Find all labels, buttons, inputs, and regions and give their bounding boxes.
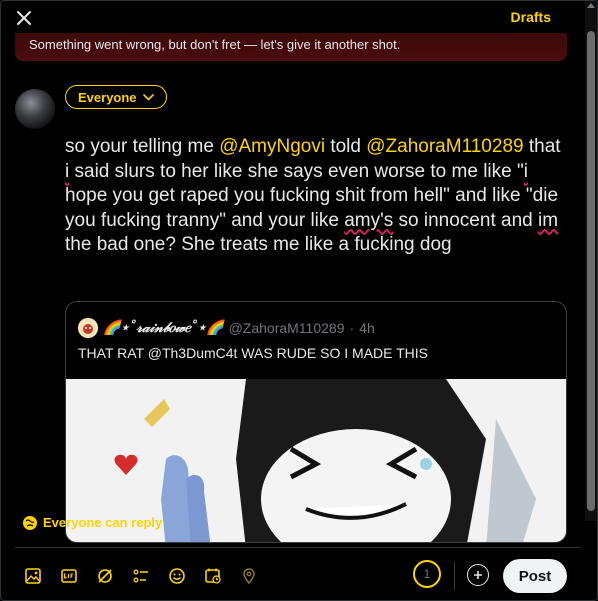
audience-selector[interactable]: Everyone — [65, 85, 167, 109]
post-button[interactable]: Post — [503, 559, 567, 593]
avatar[interactable] — [15, 89, 55, 129]
quoted-post[interactable]: 🌈⋆˚𝓇𝒶𝒾𝓃𝒷𝑜𝓌𝑒˚⋆🌈 @ZahoraM110289 · 4h THAT … — [65, 301, 567, 543]
scroll-thumb[interactable] — [587, 31, 595, 511]
scrollbar[interactable] — [585, 1, 597, 521]
misspelled-word[interactable]: im — [538, 210, 558, 231]
text-segment: so your telling me — [65, 136, 220, 157]
globe-icon — [23, 515, 37, 530]
text-segment: the bad one? She treats me like a fuckin… — [65, 234, 452, 255]
quoted-text: THAT RAT @Th3DumC4t WAS RUDE SO I MADE T… — [78, 345, 429, 361]
quoted-separator: · — [349, 320, 355, 336]
top-bar: Drafts — [1, 1, 597, 35]
quoted-avatar — [78, 318, 98, 338]
mention-link[interactable]: @ZahoraM110289 — [366, 136, 523, 157]
quoted-time: 4h — [359, 320, 375, 336]
schedule-button[interactable] — [195, 561, 231, 591]
text-segment: told — [325, 136, 367, 157]
gif-icon — [61, 569, 77, 583]
misspelled-word[interactable]: i — [524, 161, 528, 182]
emoji-icon — [169, 568, 185, 584]
quoted-post-header: 🌈⋆˚𝓇𝒶𝒾𝓃𝒷𝑜𝓌𝑒˚⋆🌈 @ZahoraM110289 · 4h — [78, 318, 375, 338]
toolbar-separator — [454, 562, 455, 590]
text-segment: said slurs to her like she says even wor… — [69, 160, 524, 182]
reply-setting-label: Everyone can reply — [43, 515, 163, 530]
grok-button[interactable] — [87, 561, 123, 591]
text-segment: so innocent and — [393, 209, 538, 231]
add-image-button[interactable] — [15, 561, 51, 591]
add-location-button[interactable] — [231, 561, 267, 591]
add-emoji-button[interactable] — [159, 561, 195, 591]
quoted-handle: @ZahoraM110289 — [228, 320, 345, 336]
compose-textarea[interactable]: so your telling me @AmyNgovi told @Zahor… — [65, 135, 565, 258]
text-segment: that — [523, 136, 561, 157]
misspelled-word[interactable]: amy's — [344, 210, 393, 231]
plus-icon — [474, 571, 482, 579]
drafts-button[interactable]: Drafts — [511, 9, 551, 25]
close-icon — [17, 11, 31, 25]
scroll-up-arrow-icon[interactable] — [587, 3, 595, 8]
mention-link[interactable]: @AmyNgovi — [219, 136, 325, 157]
quoted-display-name: 🌈⋆˚𝓇𝒶𝒾𝓃𝒷𝑜𝓌𝑒˚⋆🌈 — [103, 320, 224, 336]
add-post-button[interactable] — [467, 564, 489, 586]
error-message: Something went wrong, but don't fret — l… — [29, 37, 401, 52]
chevron-down-icon — [142, 93, 154, 101]
location-icon — [243, 568, 255, 585]
add-gif-button[interactable] — [51, 561, 87, 591]
character-counter: 1 — [413, 560, 441, 588]
add-poll-button[interactable] — [123, 561, 159, 591]
close-button[interactable] — [11, 6, 37, 30]
poll-icon — [133, 569, 148, 583]
audience-label: Everyone — [78, 89, 137, 105]
reply-setting[interactable]: Everyone can reply — [23, 515, 162, 530]
grok-icon — [98, 569, 112, 583]
compose-dialog: Drafts Something went wrong, but don't f… — [0, 0, 598, 601]
error-banner: Something went wrong, but don't fret — l… — [15, 33, 567, 61]
schedule-icon — [205, 568, 221, 584]
divider — [15, 547, 581, 548]
image-icon — [25, 568, 41, 584]
compose-toolbar — [15, 561, 267, 591]
